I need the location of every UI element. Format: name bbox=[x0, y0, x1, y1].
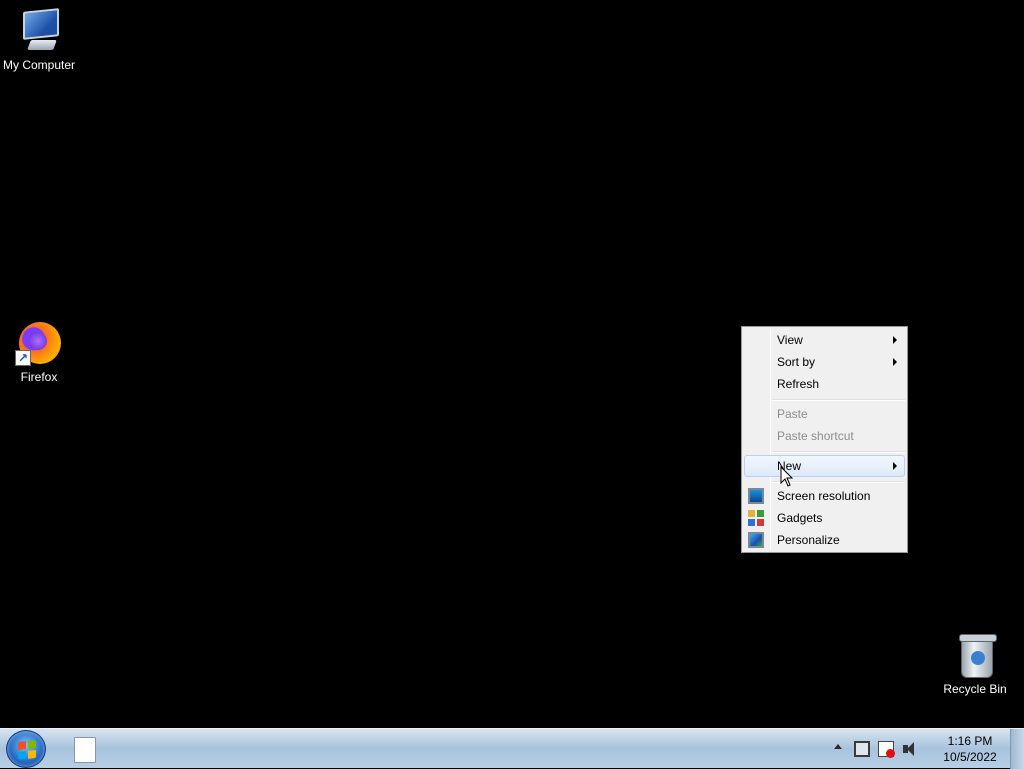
desktop-icon-label: Recycle Bin bbox=[943, 682, 1007, 696]
menu-item-label: Gadgets bbox=[777, 511, 823, 525]
recycle-bin-icon bbox=[951, 632, 999, 680]
gadgets-icon bbox=[748, 510, 764, 526]
menu-item-sort-by[interactable]: Sort by bbox=[744, 351, 905, 373]
menu-separator bbox=[772, 399, 905, 401]
menu-item-view[interactable]: View bbox=[744, 329, 905, 351]
menu-item-refresh[interactable]: Refresh bbox=[744, 373, 905, 395]
menu-item-label: Refresh bbox=[777, 377, 820, 391]
network-icon[interactable] bbox=[854, 741, 870, 757]
submenu-arrow-icon bbox=[893, 462, 897, 470]
firefox-icon: ↗ bbox=[15, 320, 63, 368]
personalize-icon bbox=[748, 532, 764, 548]
menu-item-label: Sort by bbox=[777, 355, 816, 369]
menu-item-paste-shortcut[interactable]: Paste shortcut bbox=[744, 425, 905, 447]
show-desktop-button[interactable] bbox=[1010, 729, 1024, 769]
desktop-icon-label: My Computer bbox=[2, 58, 76, 72]
document-icon bbox=[74, 737, 96, 763]
menu-item-label: Paste shortcut bbox=[777, 429, 854, 443]
menu-separator bbox=[772, 451, 905, 453]
desktop-icon-firefox[interactable]: ↗ Firefox bbox=[0, 320, 78, 384]
menu-item-label: Screen resolution bbox=[777, 489, 871, 503]
desktop-icon-label: Firefox bbox=[20, 370, 58, 384]
windows-start-icon bbox=[18, 740, 36, 760]
menu-item-new[interactable]: New bbox=[744, 455, 905, 477]
clock-date: 10/5/2022 bbox=[943, 750, 997, 764]
show-hidden-icons-arrow[interactable] bbox=[834, 744, 842, 749]
desktop-icon-recycle-bin[interactable]: Recycle Bin bbox=[936, 632, 1014, 696]
clock-time: 1:16 PM bbox=[947, 734, 993, 748]
desktop[interactable]: My Computer ↗ Firefox Recycle Bin View S… bbox=[0, 0, 1024, 728]
action-center-flag-icon[interactable] bbox=[878, 741, 895, 758]
submenu-arrow-icon bbox=[893, 336, 897, 344]
menu-item-gadgets[interactable]: Gadgets bbox=[744, 507, 905, 529]
desktop-icon-my-computer[interactable]: My Computer bbox=[0, 8, 78, 72]
volume-icon[interactable] bbox=[902, 741, 918, 757]
start-button[interactable] bbox=[6, 730, 46, 768]
system-tray bbox=[832, 729, 928, 769]
mouse-pointer-icon bbox=[780, 466, 794, 487]
shortcut-arrow-icon: ↗ bbox=[15, 350, 31, 366]
computer-icon bbox=[15, 8, 63, 56]
screen-resolution-icon bbox=[748, 488, 764, 504]
desktop-context-menu: View Sort by Refresh Paste Paste shortcu… bbox=[741, 326, 908, 553]
menu-item-label: View bbox=[777, 333, 803, 347]
taskbar-app-button[interactable] bbox=[62, 731, 112, 767]
menu-item-label: Personalize bbox=[777, 533, 840, 547]
menu-item-screen-resolution[interactable]: Screen resolution bbox=[744, 485, 905, 507]
menu-item-paste[interactable]: Paste bbox=[744, 403, 905, 425]
menu-item-personalize[interactable]: Personalize bbox=[744, 529, 905, 551]
menu-item-label: Paste bbox=[777, 407, 808, 421]
taskbar-clock[interactable]: 1:16 PM 10/5/2022 bbox=[938, 733, 1002, 765]
taskbar: 1:16 PM 10/5/2022 bbox=[0, 728, 1024, 769]
submenu-arrow-icon bbox=[893, 358, 897, 366]
